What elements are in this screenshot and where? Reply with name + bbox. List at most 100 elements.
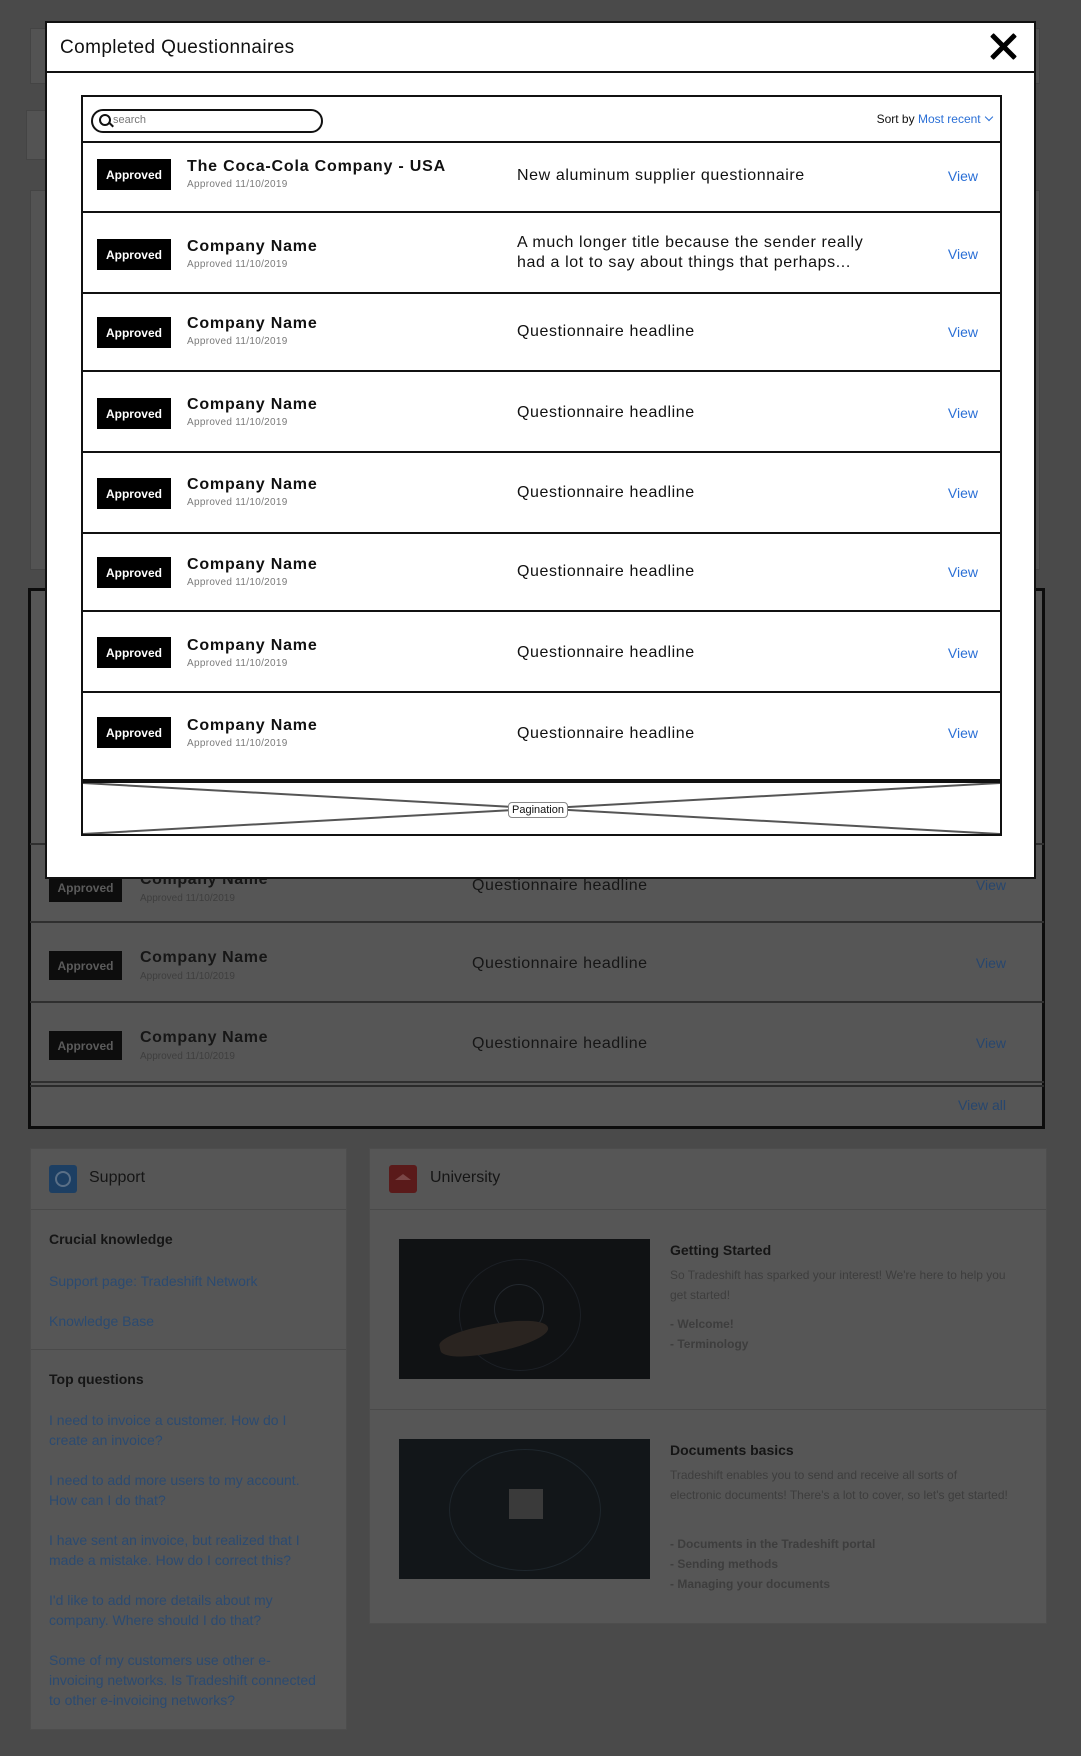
approval-date: Approved 11/10/2019 [187, 738, 288, 749]
course-item[interactable]: - Documents in the Tradeshift portal [670, 1534, 875, 1554]
modal-header: Completed Questionnaires [47, 23, 1034, 73]
chevron-down-icon[interactable] [984, 112, 994, 122]
support-header: Support [31, 1149, 346, 1210]
status-badge: Approved [97, 717, 171, 748]
company-name: The Coca-Cola Company - USA [187, 158, 446, 175]
course-image[interactable] [399, 1439, 650, 1579]
table-row: Approved Company Name Approved 11/10/201… [83, 294, 1000, 372]
list-toolbar: Sort by Most recent [83, 97, 1000, 143]
view-link[interactable]: View [948, 405, 978, 421]
status-badge: Approved [97, 478, 171, 509]
approval-date: Approved 11/10/2019 [187, 658, 288, 669]
table-row: Approved Company Name Approved 11/10/201… [83, 534, 1000, 612]
top-questions-heading: Top questions [49, 1371, 144, 1387]
questionnaire-headline: Questionnaire headline [472, 877, 648, 894]
course-title[interactable]: Getting Started [670, 1242, 771, 1258]
support-title: Support [89, 1169, 146, 1186]
questionnaire-headline: Questionnaire headline [472, 955, 648, 972]
company-name: Company Name [187, 396, 318, 413]
status-badge: Approved [97, 317, 171, 348]
search-field[interactable] [91, 109, 323, 133]
view-link[interactable]: View [948, 485, 978, 501]
company-name: Company Name [187, 476, 318, 493]
status-badge: Approved [97, 239, 171, 270]
question-link[interactable]: I'd like to add more details about my co… [49, 1590, 319, 1630]
view-all-bar: View all [30, 1085, 1044, 1123]
approval-date: Approved 11/10/2019 [187, 577, 288, 588]
view-link[interactable]: View [976, 877, 1006, 893]
questionnaire-headline: Questionnaire headline [517, 323, 695, 340]
questionnaire-list: Sort by Most recent Approved The Coca-Co… [81, 95, 1002, 781]
approval-date: Approved 11/10/2019 [187, 179, 288, 190]
question-link[interactable]: Some of my customers use other e-invoici… [49, 1650, 319, 1710]
view-link[interactable]: View [976, 955, 1006, 971]
table-row: Approved Company Name Approved 11/10/201… [83, 453, 1000, 534]
status-badge: Approved [97, 159, 171, 190]
course-title[interactable]: Documents basics [670, 1442, 794, 1458]
questionnaire-headline: A much longer title because the sender r… [517, 234, 864, 271]
company-name: Company Name [140, 949, 269, 966]
pagination-label: Pagination [508, 802, 568, 818]
course-item[interactable]: - Sending methods [670, 1554, 778, 1574]
view-all-link[interactable]: View all [958, 1097, 1006, 1113]
approval-date: Approved 11/10/2019 [187, 259, 288, 270]
view-link[interactable]: View [976, 1035, 1006, 1051]
view-link[interactable]: View [948, 324, 978, 340]
table-row: Approved Company Name Approved 11/10/201… [30, 923, 1044, 1003]
support-link[interactable]: Knowledge Base [49, 1311, 154, 1331]
crucial-knowledge-heading: Crucial knowledge [49, 1231, 173, 1247]
course-item[interactable]: - Managing your documents [670, 1574, 830, 1594]
questionnaire-headline: Questionnaire headline [517, 484, 695, 501]
table-row: Approved The Coca-Cola Company - USA App… [83, 143, 1000, 213]
questionnaire-headline: Questionnaire headline [517, 644, 695, 661]
company-name: Company Name [187, 717, 318, 734]
course-image[interactable] [399, 1239, 650, 1379]
course-item[interactable]: - Terminology [670, 1334, 748, 1354]
sort-dropdown[interactable]: Most recent [918, 112, 994, 126]
questionnaire-headline: Questionnaire headline [517, 725, 695, 742]
support-card: Support Crucial knowledge Support page: … [30, 1148, 347, 1730]
company-name: Company Name [187, 637, 318, 654]
course-description: So Tradeshift has sparked your interest!… [670, 1268, 1006, 1302]
questionnaire-headline: Questionnaire headline [472, 1035, 648, 1052]
completed-questionnaires-modal: Completed Questionnaires Sort by Most re… [45, 21, 1036, 879]
table-row: Approved Company Name Approved 11/10/201… [83, 213, 1000, 294]
close-icon[interactable] [989, 32, 1017, 60]
question-link[interactable]: I need to invoice a customer. How do I c… [49, 1410, 319, 1450]
support-icon [49, 1165, 77, 1193]
company-name: Company Name [187, 556, 318, 573]
questionnaire-headline: Questionnaire headline [517, 563, 695, 580]
support-link[interactable]: Support page: Tradeshift Network [49, 1271, 258, 1291]
course-item[interactable]: - Welcome! [670, 1314, 734, 1334]
status-badge: Approved [97, 637, 171, 668]
modal-title: Completed Questionnaires [60, 37, 295, 58]
approval-date: Approved 11/10/2019 [140, 893, 235, 904]
question-link[interactable]: I have sent an invoice, but realized tha… [49, 1530, 319, 1570]
sort-value[interactable]: Most recent [918, 112, 981, 126]
sort-label: Sort by [876, 112, 915, 126]
approval-date: Approved 11/10/2019 [187, 417, 288, 428]
questionnaire-headline: New aluminum supplier questionnaire [517, 167, 805, 184]
search-input[interactable] [113, 111, 313, 129]
question-link[interactable]: I need to add more users to my account. … [49, 1470, 319, 1510]
view-link[interactable]: View [948, 246, 978, 262]
company-name: Company Name [140, 1029, 269, 1046]
table-row: Approved Company Name Approved 11/10/201… [30, 1003, 1044, 1083]
questionnaire-headline: Questionnaire headline [517, 404, 695, 421]
view-link[interactable]: View [948, 645, 978, 661]
university-title: University [430, 1169, 501, 1186]
status-badge: Approved [97, 557, 171, 588]
status-badge: Approved [49, 951, 122, 980]
university-header: University [370, 1149, 1046, 1210]
pagination[interactable]: Pagination [81, 781, 1002, 836]
view-link[interactable]: View [948, 564, 978, 580]
view-link[interactable]: View [948, 725, 978, 741]
status-badge: Approved [49, 1031, 122, 1060]
view-link[interactable]: View [948, 168, 978, 184]
divider [370, 1409, 1046, 1410]
search-icon [99, 114, 111, 126]
divider [31, 1349, 346, 1350]
table-row: Approved Company Name Approved 11/10/201… [83, 372, 1000, 453]
sort-control: Sort by Most recent [876, 112, 994, 126]
company-name: Company Name [187, 238, 318, 255]
